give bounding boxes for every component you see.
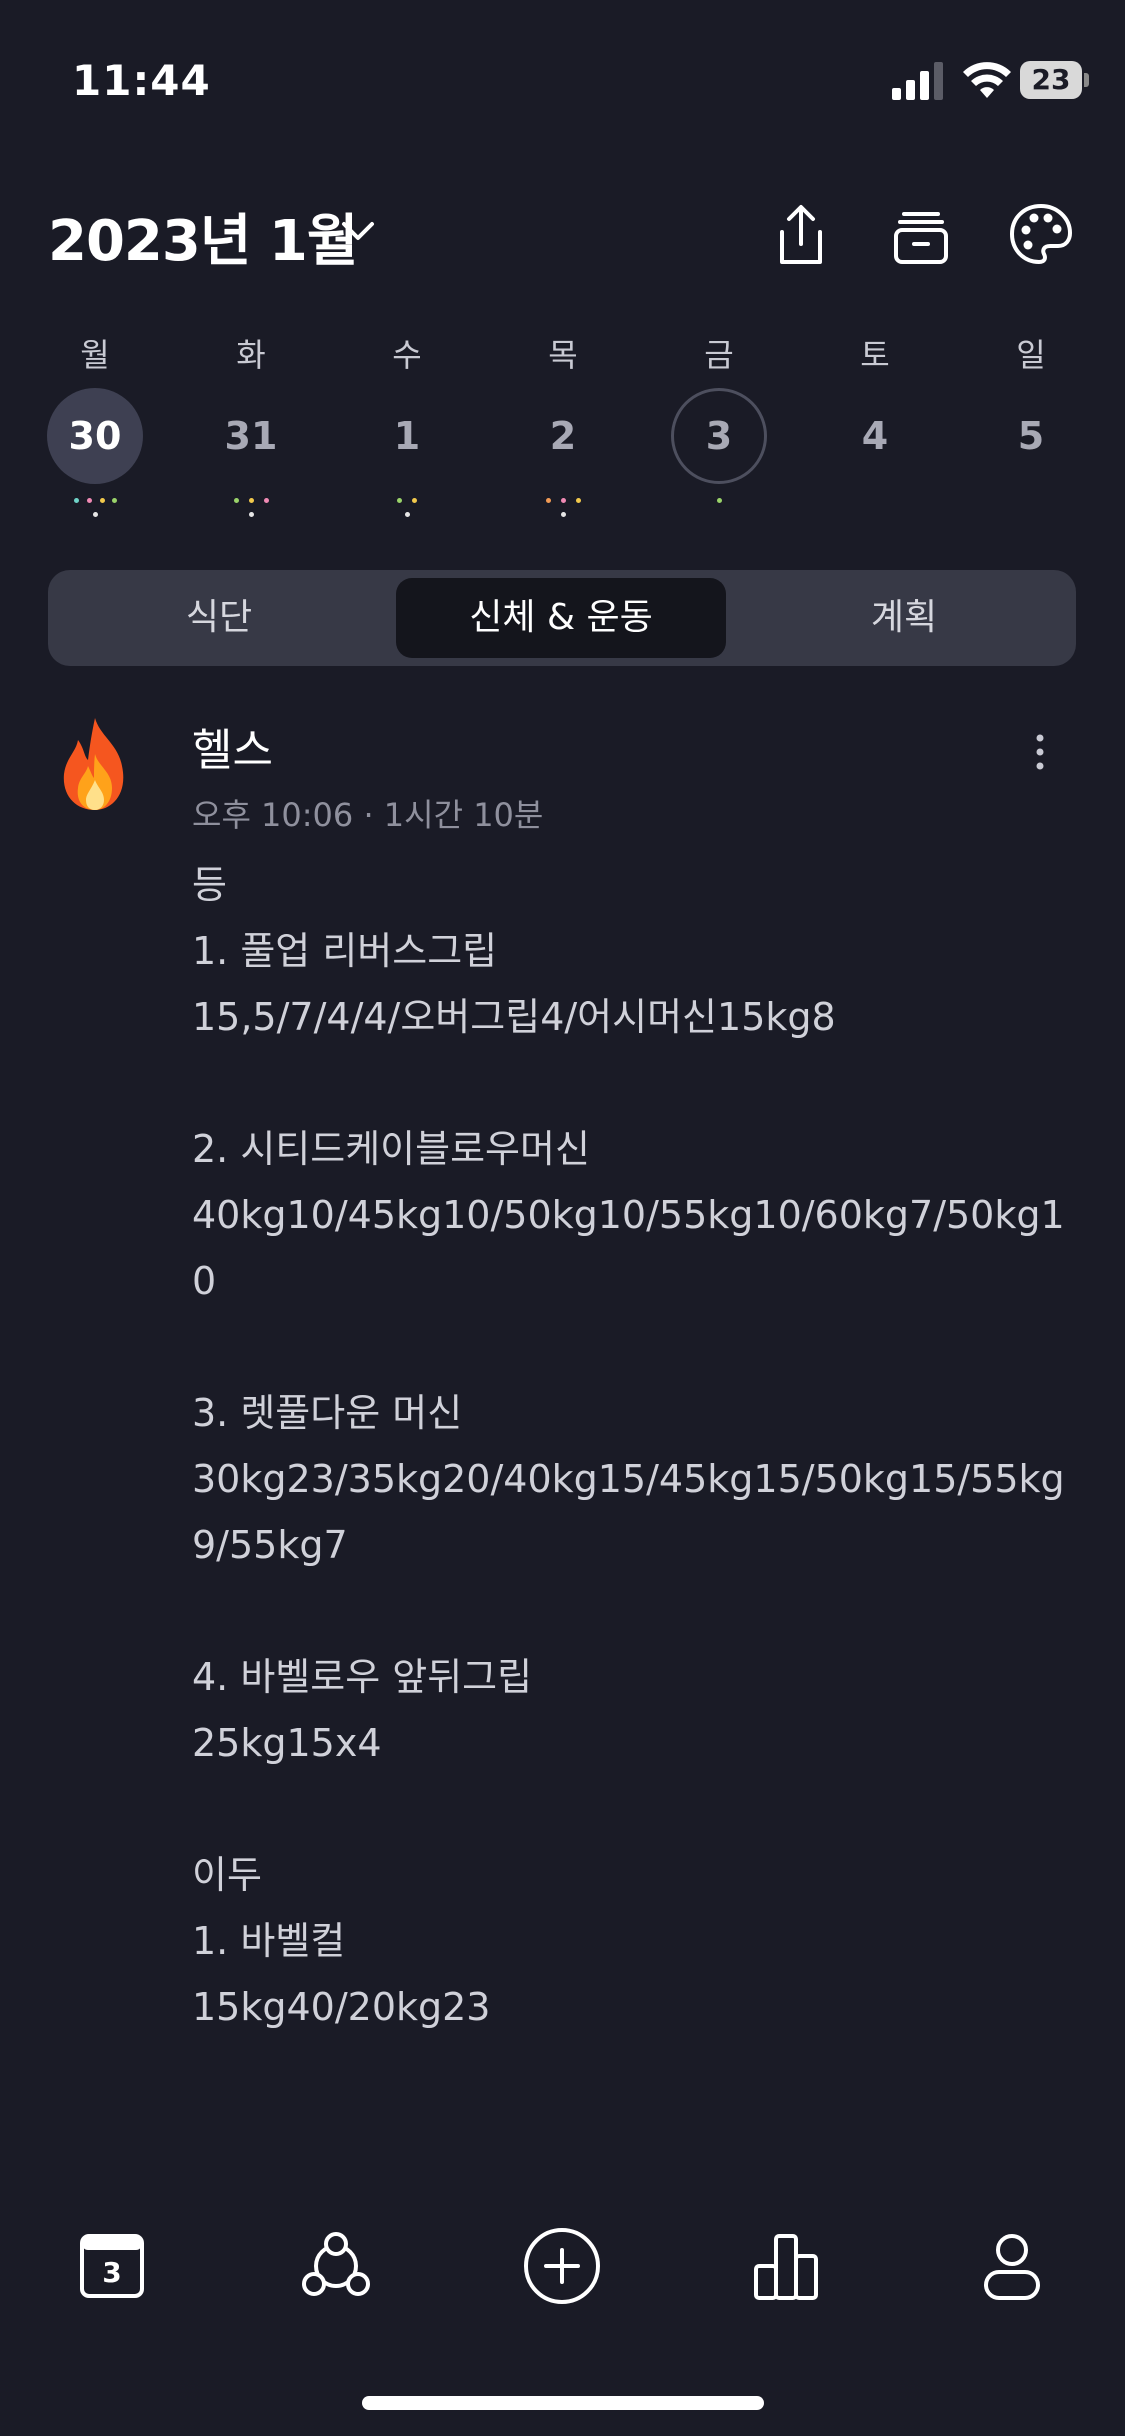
weekday-label: 화 [236, 336, 266, 374]
weekday-label: 토 [860, 336, 890, 374]
day-tue[interactable]: 화 31 [191, 326, 311, 526]
dot-memo [561, 512, 566, 517]
dot-diet [74, 498, 79, 503]
day-number: 5 [1017, 414, 1045, 458]
status-time: 11:44 [72, 56, 211, 105]
day-number-today[interactable]: 3 [671, 388, 767, 484]
day-number-wrap[interactable]: 2 [515, 388, 611, 484]
archive-icon[interactable] [886, 200, 956, 270]
day-number-selected[interactable]: 30 [47, 388, 143, 484]
weekday-label: 월 [80, 336, 110, 374]
activity-dots [35, 498, 155, 522]
tab-plan[interactable]: 계획 [740, 578, 1068, 658]
entry-meta: 오후 10:06 · 1시간 10분 [192, 796, 544, 834]
status-bar: 11:44 23 [0, 0, 1125, 150]
day-number-wrap[interactable]: 31 [203, 388, 299, 484]
activity-dots [347, 498, 467, 522]
community-icon[interactable] [296, 2226, 376, 2306]
dot-memo [93, 512, 98, 517]
dot-exercise [412, 498, 417, 503]
stats-icon[interactable] [746, 2226, 826, 2306]
month-title[interactable]: 2023년 1월 [48, 196, 358, 277]
activity-dots [503, 498, 623, 522]
dot-plan [112, 498, 117, 503]
dot-exercise [264, 498, 269, 503]
entry-body[interactable]: 등 1. 풀업 리버스그립 15,5/7/4/4/오버그립4/어시머신15kg8… [192, 852, 1072, 2040]
entry-title[interactable]: 헬스 [192, 714, 273, 778]
add-icon[interactable] [522, 2226, 602, 2306]
day-number-wrap[interactable]: 5 [983, 388, 1079, 484]
day-mon[interactable]: 월 30 [35, 326, 155, 526]
category-segmented-control: 식단 신체 & 운동 계획 [48, 570, 1076, 666]
tab-diet[interactable]: 식단 [56, 578, 382, 658]
more-vertical-icon[interactable] [1030, 730, 1050, 774]
dot-body [87, 498, 92, 503]
chevron-down-icon[interactable] [338, 214, 378, 250]
calendar-icon[interactable]: 3 [72, 2226, 152, 2306]
dot-diet [397, 498, 402, 503]
day-number: 31 [224, 414, 278, 458]
day-number: 1 [393, 414, 421, 458]
day-sun[interactable]: 일 5 [971, 326, 1091, 526]
tab-body-exercise[interactable]: 신체 & 운동 [396, 578, 726, 658]
day-number-wrap[interactable]: 4 [827, 388, 923, 484]
dot-memo [405, 512, 410, 517]
dot-diet [717, 498, 722, 503]
dot-diet [546, 498, 551, 503]
day-number-wrap[interactable]: 1 [359, 388, 455, 484]
day-number: 2 [549, 414, 577, 458]
weekday-label: 금 [704, 336, 734, 374]
wifi-icon [963, 62, 1011, 98]
day-wed[interactable]: 수 1 [347, 326, 467, 526]
share-icon[interactable] [766, 200, 836, 270]
dot-memo [249, 512, 254, 517]
dot-body [561, 498, 566, 503]
activity-dots [191, 498, 311, 522]
day-sat[interactable]: 토 4 [815, 326, 935, 526]
home-indicator[interactable] [362, 2396, 764, 2410]
day-thu[interactable]: 목 2 [503, 326, 623, 526]
signal-icon [892, 62, 943, 100]
dot-diet [234, 498, 239, 503]
day-number: 4 [861, 414, 889, 458]
weekday-label: 목 [548, 336, 578, 374]
palette-icon[interactable] [1006, 200, 1076, 270]
day-fri[interactable]: 금 3 [659, 326, 779, 526]
dot-exercise [576, 498, 581, 503]
battery-cap [1084, 73, 1089, 87]
activity-dots [659, 498, 779, 522]
day-number: 30 [68, 414, 122, 458]
weekday-label: 수 [392, 336, 422, 374]
battery-icon: 23 [1020, 61, 1089, 99]
battery-level: 23 [1031, 63, 1071, 96]
calendar-day-number: 3 [102, 2256, 122, 2289]
weekday-label: 일 [1016, 336, 1046, 374]
dot-exercise [100, 498, 105, 503]
app-screen: 11:44 23 2023년 1월 월 30 화 31 수 1 목 2 금 3 … [0, 0, 1125, 2436]
day-number: 3 [705, 414, 733, 458]
fire-icon [63, 718, 124, 810]
profile-icon[interactable] [972, 2226, 1052, 2306]
dot-body [249, 498, 254, 503]
